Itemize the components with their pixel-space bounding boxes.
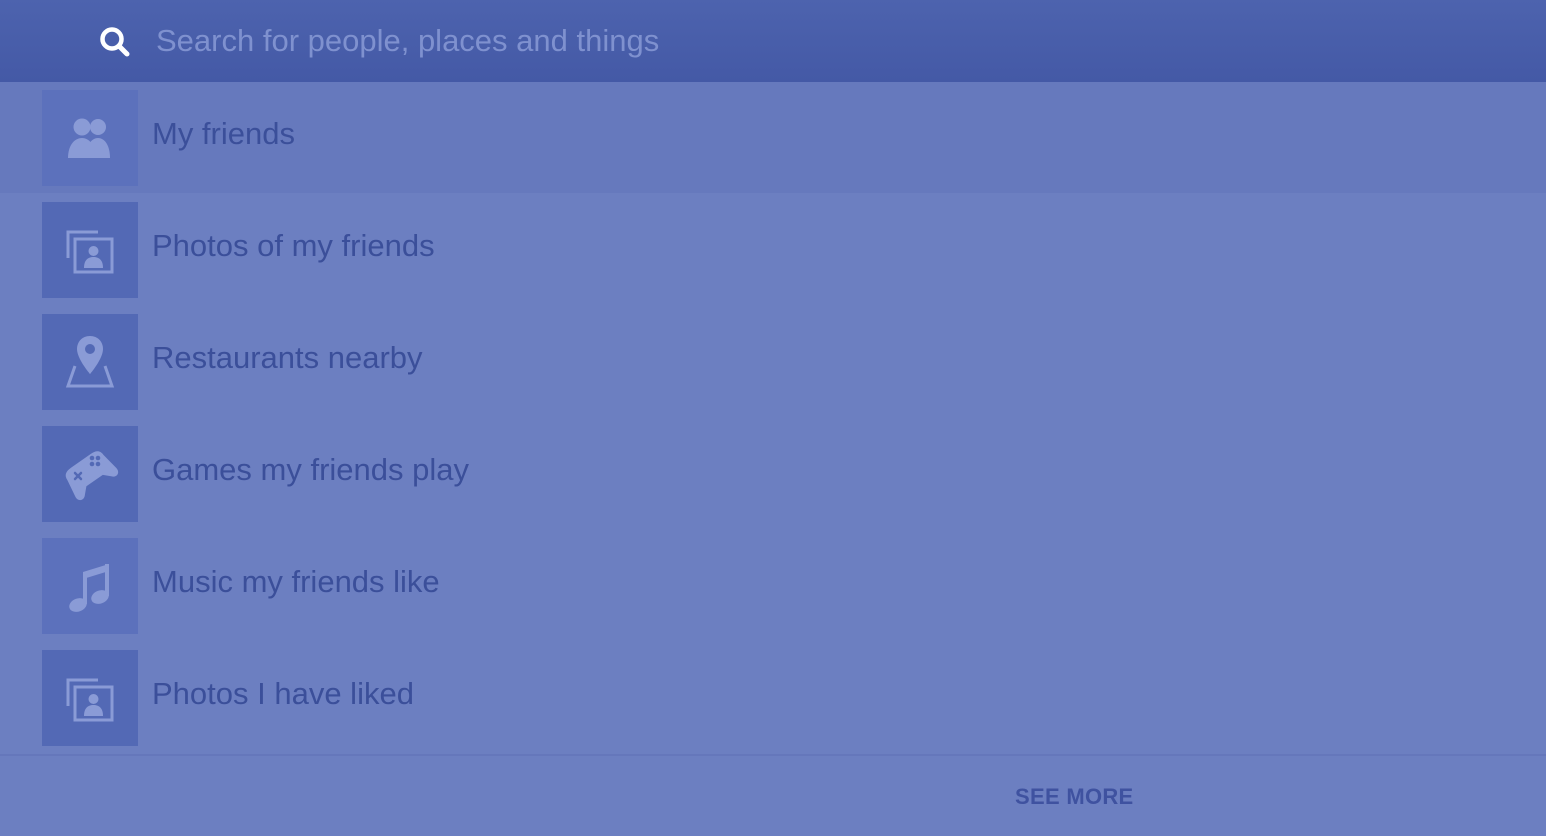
suggestion-music-my-friends-like[interactable]: Music my friends like bbox=[0, 530, 1546, 642]
search-input[interactable] bbox=[156, 18, 1456, 64]
search-bar bbox=[0, 0, 1546, 82]
photos-icon bbox=[66, 678, 114, 722]
map-pin-icon bbox=[65, 336, 115, 388]
suggestion-restaurants-nearby[interactable]: Restaurants nearby bbox=[0, 306, 1546, 418]
suggestion-label: Photos I have liked bbox=[152, 676, 414, 711]
friends-icon-tile bbox=[42, 90, 138, 186]
gamepad-icon bbox=[65, 451, 119, 501]
suggestion-label: Restaurants nearby bbox=[152, 340, 423, 375]
suggestion-label: Games my friends play bbox=[152, 452, 469, 487]
map-pin-icon-tile bbox=[42, 314, 138, 410]
search-icon[interactable] bbox=[98, 25, 132, 59]
suggestion-label: My friends bbox=[152, 116, 295, 151]
music-note-icon bbox=[69, 564, 109, 612]
gamepad-icon-tile bbox=[42, 426, 138, 522]
photos-icon-tile bbox=[42, 650, 138, 746]
photos-icon bbox=[66, 230, 114, 274]
photos-icon-tile bbox=[42, 202, 138, 298]
suggestion-label: Photos of my friends bbox=[152, 228, 435, 263]
suggestion-photos-i-have-liked[interactable]: Photos I have liked bbox=[0, 642, 1546, 754]
list-footer: SEE MORE bbox=[0, 754, 1546, 836]
suggestion-photos-of-my-friends[interactable]: Photos of my friends bbox=[0, 194, 1546, 306]
suggestion-games-my-friends-play[interactable]: Games my friends play bbox=[0, 418, 1546, 530]
suggestion-label: Music my friends like bbox=[152, 564, 440, 599]
suggestion-list: My friends Photos of my friends Restaura… bbox=[0, 82, 1546, 754]
friends-icon bbox=[68, 118, 110, 158]
suggestion-my-friends[interactable]: My friends bbox=[0, 82, 1546, 193]
music-note-icon-tile bbox=[42, 538, 138, 634]
see-more-button[interactable]: SEE MORE bbox=[1015, 784, 1134, 810]
